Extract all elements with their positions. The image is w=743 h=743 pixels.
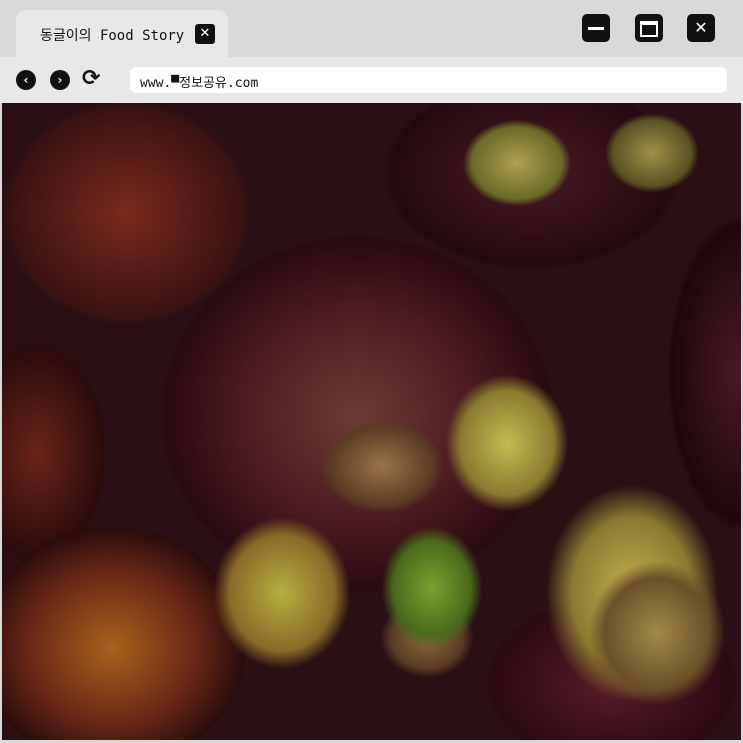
- toolbar: ‹ › ⟳ www.▀정보공유.com: [0, 57, 743, 103]
- window-close-button[interactable]: ✕: [687, 14, 715, 42]
- title-bar: 동글이의 Food Story ✕ ✕: [0, 0, 743, 57]
- chevron-right-icon: ›: [57, 73, 63, 87]
- reload-icon: ⟳: [82, 66, 101, 91]
- maximize-button[interactable]: [635, 14, 663, 42]
- minimize-button[interactable]: [582, 14, 610, 42]
- minimize-icon: [588, 27, 604, 30]
- tab-close-button[interactable]: ✕: [195, 24, 215, 44]
- close-icon: ✕: [694, 18, 708, 37]
- tab-title: 동글이의 Food Story: [40, 28, 185, 44]
- mangosteen-photo: [2, 103, 741, 740]
- browser-tab[interactable]: 동글이의 Food Story ✕: [16, 10, 228, 57]
- forward-button[interactable]: ›: [50, 70, 70, 90]
- reload-button[interactable]: ⟳: [82, 67, 100, 91]
- url-text: www.▀정보공유.com: [140, 76, 259, 91]
- maximize-icon: [640, 21, 658, 37]
- chevron-left-icon: ‹: [23, 73, 29, 87]
- address-bar[interactable]: www.▀정보공유.com: [130, 67, 727, 93]
- back-button[interactable]: ‹: [16, 70, 36, 90]
